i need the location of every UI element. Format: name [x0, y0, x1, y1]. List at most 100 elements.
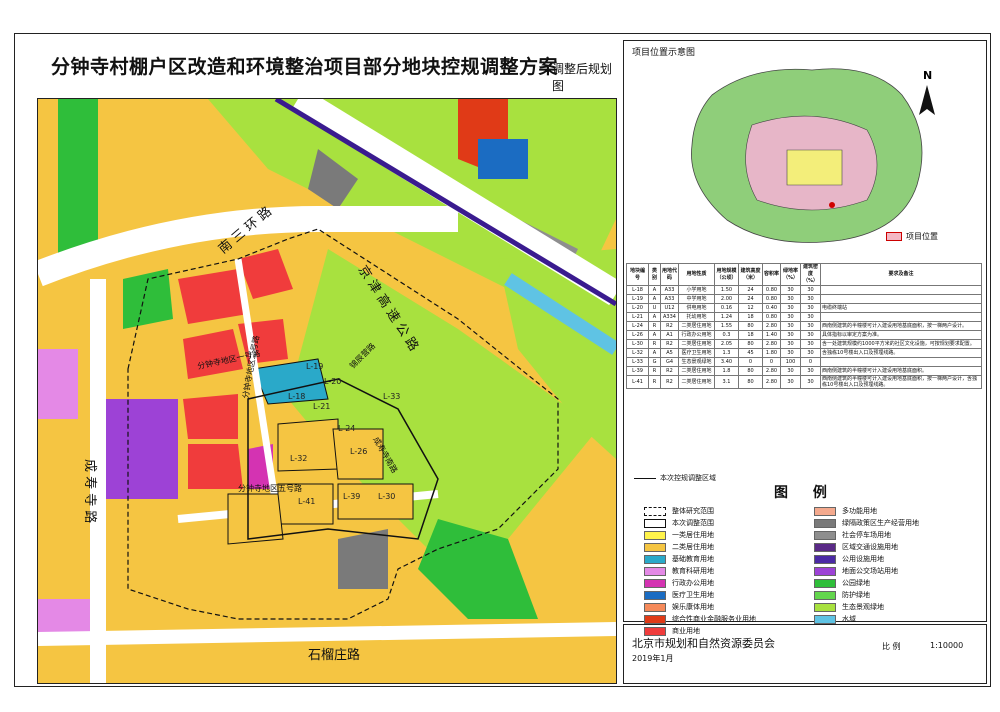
- control-indicator-table: 地块编号 类别 用地代码 用地性质 用地规模（公顷） 建筑高度（米） 容积率 绿…: [626, 263, 982, 389]
- agency-name: 北京市规划和自然资源委员会: [632, 637, 775, 650]
- legend-swatch: [644, 602, 666, 612]
- table-row: L-24 R R2 二类居住用地 1.55 80 2.80 30 30 西南侧建筑的半幢楼可计入建…: [626, 321, 982, 331]
- plan-date: 2019年1月: [632, 654, 674, 663]
- legend-swatch: [644, 506, 666, 516]
- title-block: 北京市规划和自然资源委员会 2019年1月 比 例 1:10000: [623, 624, 987, 684]
- legend-item: 整体研究范围: [644, 505, 756, 517]
- table-header: 容积率: [762, 263, 781, 286]
- legend-swatch: [814, 554, 836, 564]
- table-row: L-26 A A1 行政办公用地 0.3 18 1.40 30 30 具体指标以审定方案为准。: [626, 330, 982, 340]
- legend-swatch: [814, 590, 836, 600]
- legend-column-left: 整体研究范围 本次调整范围 一类居住用地 二类居住用地 基础教育用地 教育科研用…: [644, 505, 756, 637]
- legend-item: 绿隔政策区生产经营用地: [814, 517, 919, 529]
- legend-item: 医疗卫生用地: [644, 589, 756, 601]
- legend-swatch: [814, 506, 836, 516]
- parcel-label-L-41: L-41: [298, 497, 315, 506]
- table-header: 建筑密度（%）: [800, 263, 821, 286]
- legend-item: 地面公交场站用地: [814, 565, 919, 577]
- table-body: L-18 A A33 小学用地 1.50 24 0.80 30 30 L-19 A A33 中学用地 2…: [626, 285, 982, 389]
- education-west: [38, 349, 78, 419]
- road-label-fenzhongsi-5: 分钟寺地区五号路: [238, 483, 302, 493]
- title-bar: 分钟寺村棚户区改造和环境整治项目部分地块控规调整方案 调整后规划图: [37, 40, 619, 96]
- parcel-label-L-30: L-30: [378, 492, 395, 501]
- north-arrow: N: [919, 69, 935, 115]
- table-row: L-30 R R2 二类居住用地 2.05 80 2.80 30 30 含一处建筑规模约1000平…: [626, 339, 982, 349]
- parcel-label-L-24: L-24: [338, 424, 355, 433]
- table-header-row: 地块编号 类别 用地代码 用地性质 用地规模（公顷） 建筑高度（米） 容积率 绿…: [626, 263, 982, 286]
- boundary-line-sample: [634, 477, 656, 479]
- table-row: L-18 A A33 小学用地 1.50 24 0.80 30 30: [626, 285, 982, 295]
- park-west: [123, 269, 173, 329]
- legend-item: 防护绿地: [814, 589, 919, 601]
- legend-item: 一类居住用地: [644, 529, 756, 541]
- table-header: 地块编号: [626, 263, 649, 286]
- legend-item: 行政办公用地: [644, 577, 756, 589]
- parcel-L-41: [227, 493, 284, 545]
- parcel-label-L-32: L-32: [290, 454, 307, 463]
- table-row: L-19 A A33 中学用地 2.00 24 0.80 30 30: [626, 294, 982, 304]
- grey-parcel: [338, 529, 388, 589]
- blue-parcel: [478, 139, 528, 179]
- location-legend-label: 项目位置: [906, 232, 938, 241]
- land-use-map-svg: L-18 L-19 L-20 L-21 L-24 L-26 L-30 L-32 …: [38, 99, 616, 683]
- parcel-label-L-33: L-33: [383, 392, 400, 401]
- table-row: L-39 R R2 二类居住用地 1.8 80 2.80 30 30 西南侧建筑的半幢楼可计入建设…: [626, 366, 982, 376]
- parcel-label-L-18: L-18: [288, 392, 305, 401]
- table-header: 用地规模（公顷）: [714, 263, 739, 286]
- table-row: L-20 U U12 供电用地 0.16 12 0.40 30 30 电缆终端站: [626, 303, 982, 313]
- legend-swatch: [814, 530, 836, 540]
- shiliuzhuang-road: [38, 622, 616, 646]
- table-header: 绿地率（%）: [780, 263, 801, 286]
- plan-sheet: 分钟寺村棚户区改造和环境整治项目部分地块控规调整方案 调整后规划图 L-18 L…: [14, 33, 991, 687]
- table-row: L-41 R R2 二类居住用地 3.1 80 2.80 30 30 西南侧建筑的半幢楼可计入建设…: [626, 375, 982, 389]
- core-area: [786, 149, 843, 186]
- boundary-key-label: 本次控规调整区域: [660, 474, 716, 482]
- legend-item: 本次调整范围: [644, 517, 756, 529]
- location-map[interactable]: N: [632, 55, 972, 255]
- parcel-L-30: [337, 483, 414, 520]
- location-legend: 项目位置: [886, 231, 938, 242]
- legend-swatch: [814, 566, 836, 576]
- table-row: L-32 A A5 医疗卫生用地 1.3 45 1.80 30 30 含独栋10号楼出入口及预埋线…: [626, 348, 982, 358]
- road-label-chengshousi: 成 寿 寺 路: [82, 459, 98, 523]
- location-legend-swatch: [886, 232, 902, 241]
- legend-item: 公用设施用地: [814, 553, 919, 565]
- commercial-6: [188, 444, 243, 489]
- north-label: N: [923, 69, 932, 82]
- parcel-label-L-20: L-20: [324, 377, 341, 386]
- legend-item: 社会停车场用地: [814, 529, 919, 541]
- legend-item: 娱乐康体用地: [644, 601, 756, 613]
- legend-item: 公园绿地: [814, 577, 919, 589]
- legend-item: 区域交通设施用地: [814, 541, 919, 553]
- legend-swatch: [814, 602, 836, 612]
- table-header: 要求及备注: [820, 263, 982, 286]
- road-label-shiliuzhuang: 石榴庄路: [308, 647, 360, 663]
- legend-swatch: [644, 590, 666, 600]
- legend-item: 多功能用地: [814, 505, 919, 517]
- legend-swatch: [814, 518, 836, 528]
- legend-swatch: [814, 578, 836, 588]
- scale-value: 1:10000: [930, 641, 964, 650]
- table-header: 用地性质: [678, 263, 715, 286]
- table-row: L-21 A A334 托幼用地 1.24 18 0.80 30 30: [626, 312, 982, 322]
- legend-title: 图 例: [774, 485, 837, 501]
- page-title: 分钟寺村棚户区改造和环境整治项目部分地块控规调整方案: [51, 56, 559, 78]
- legend-item: 基础教育用地: [644, 553, 756, 565]
- legend-item: 教育科研用地: [644, 565, 756, 577]
- land-use-map[interactable]: L-18 L-19 L-20 L-21 L-24 L-26 L-30 L-32 …: [37, 98, 617, 684]
- table-row: L-33 G G4 生态景观绿地 3.40 0 0 100 0: [626, 357, 982, 367]
- legend-swatch: [644, 518, 666, 528]
- legend-swatch: [644, 542, 666, 552]
- commercial-5: [183, 394, 238, 439]
- legend-swatch: [644, 578, 666, 588]
- legend-item: 二类居住用地: [644, 541, 756, 553]
- legend-item: 生态景观绿地: [814, 601, 919, 613]
- bus-depot-parcel: [98, 399, 178, 499]
- legend-swatch: [814, 542, 836, 552]
- legend-column-right: 多功能用地 绿隔政策区生产经营用地 社会停车场用地 区域交通设施用地 公用设施用…: [814, 505, 919, 625]
- scale-label: 比 例: [882, 642, 901, 651]
- table-header: 类别: [648, 263, 661, 286]
- parcel-label-L-26: L-26: [350, 447, 367, 456]
- legend-swatch: [644, 614, 666, 624]
- table-header: 用地代码: [660, 263, 679, 286]
